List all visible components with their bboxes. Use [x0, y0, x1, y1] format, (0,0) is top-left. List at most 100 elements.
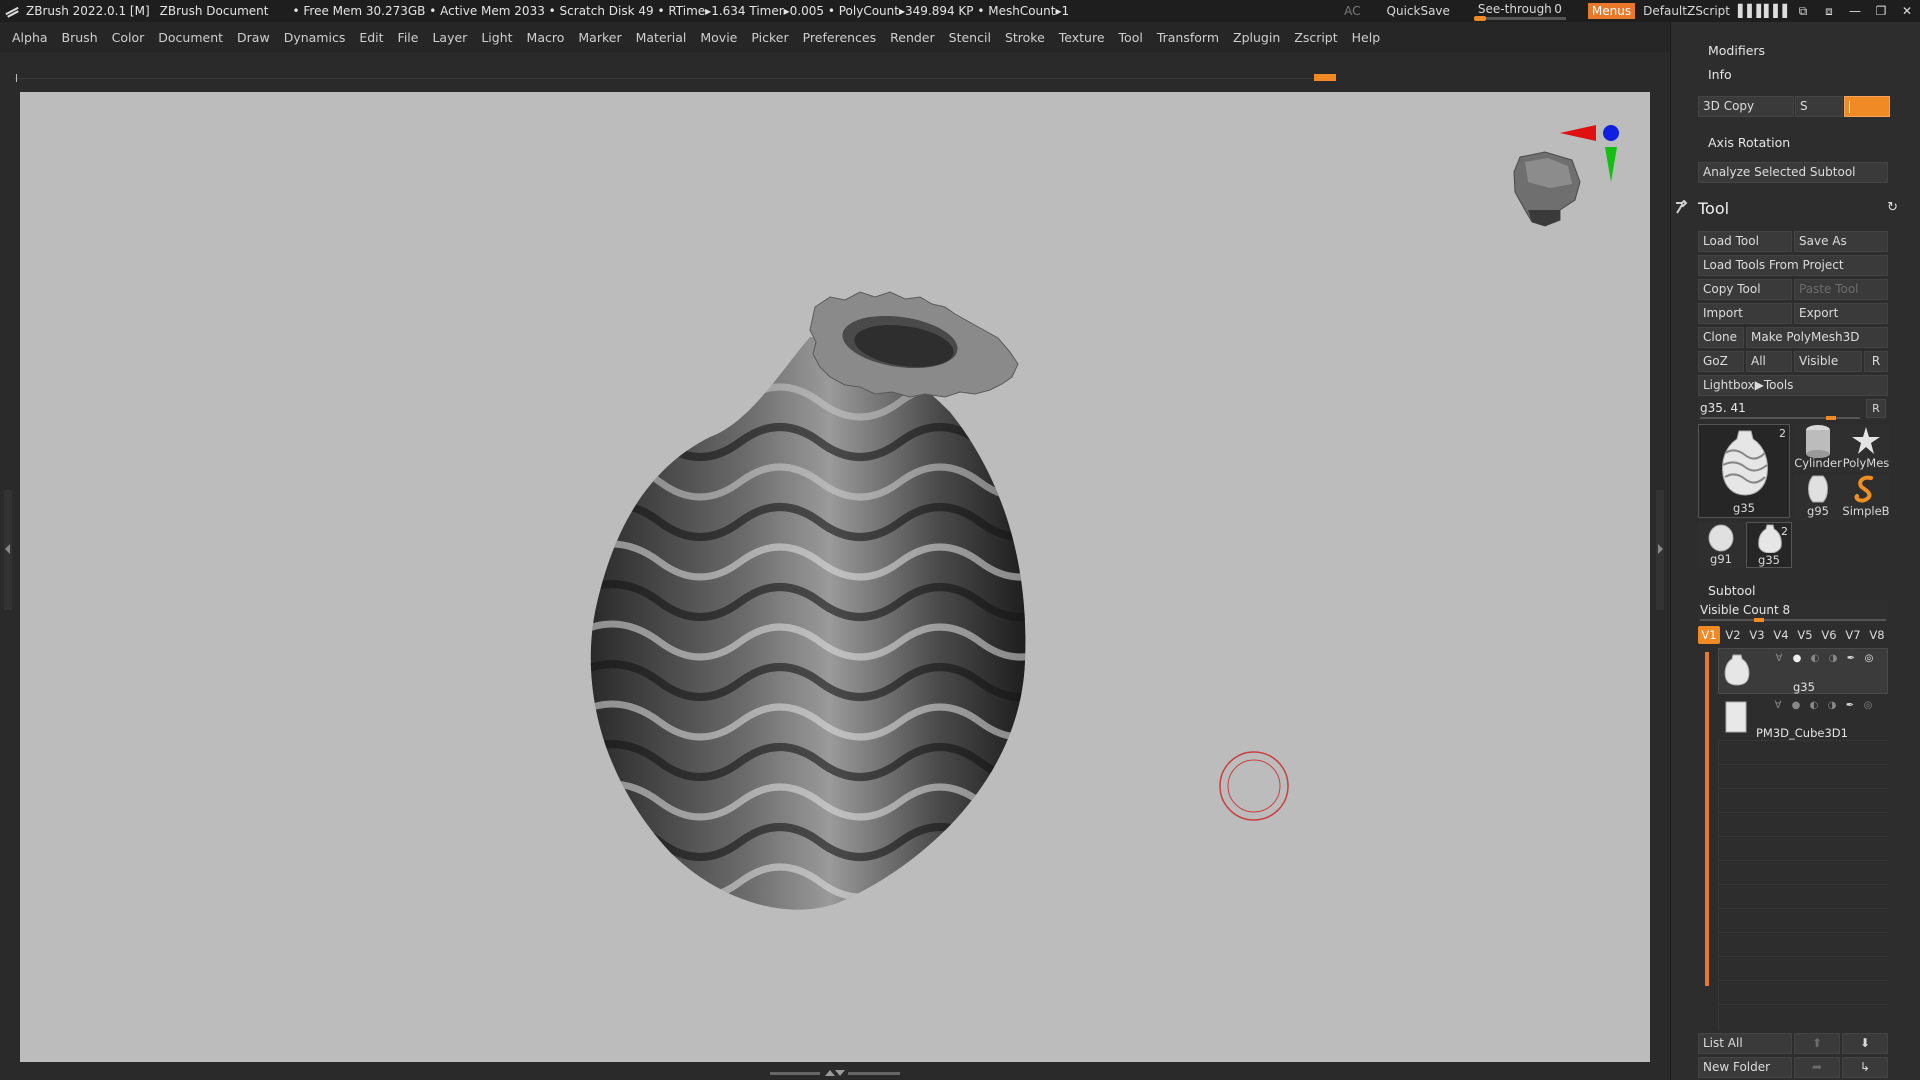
menu-zplugin[interactable]: Zplugin: [1233, 30, 1280, 45]
menu-material[interactable]: Material: [636, 30, 687, 45]
left-tray-toggle[interactable]: [4, 490, 12, 610]
menu-stencil[interactable]: Stencil: [949, 30, 991, 45]
menu-marker[interactable]: Marker: [578, 30, 621, 45]
menu-document[interactable]: Document: [158, 30, 223, 45]
dock-left-icon[interactable]: ▌▌▌: [1738, 4, 1766, 18]
paste-tool-button[interactable]: Paste Tool: [1794, 279, 1888, 300]
arrow-down-right-icon[interactable]: ↳: [1842, 1057, 1888, 1078]
brush-mode-icon[interactable]: ✒: [1843, 653, 1859, 665]
vset-tab-v2[interactable]: V2: [1722, 626, 1744, 644]
goz-all-button[interactable]: All: [1746, 351, 1792, 372]
3d-copy-button[interactable]: 3D Copy: [1698, 96, 1794, 117]
polypaint-icon[interactable]: ◐: [1806, 700, 1822, 712]
menu-file[interactable]: File: [398, 30, 419, 45]
vset-tab-v5[interactable]: V5: [1794, 626, 1816, 644]
goz-button[interactable]: GoZ: [1698, 351, 1744, 372]
vset-tab-v7[interactable]: V7: [1842, 626, 1864, 644]
menu-alpha[interactable]: Alpha: [12, 30, 48, 45]
tool-slider-r-button[interactable]: R: [1866, 399, 1886, 418]
move-up-icon[interactable]: ⬆: [1794, 1033, 1840, 1054]
menu-preferences[interactable]: Preferences: [803, 30, 877, 45]
copy-value-field[interactable]: [1844, 96, 1890, 117]
right-tray-toggle[interactable]: [1656, 490, 1664, 610]
goz-r-button[interactable]: R: [1864, 351, 1888, 372]
visible-count-knob[interactable]: [1754, 618, 1764, 622]
tool-slider[interactable]: g35. 41 R: [1698, 398, 1888, 420]
analyze-selected-subtool-button[interactable]: Analyze Selected Subtool: [1698, 162, 1888, 183]
subtool-scrollbar[interactable]: [1705, 652, 1709, 986]
solo-toggle-icon[interactable]: ●: [1788, 700, 1804, 712]
vset-tab-v3[interactable]: V3: [1746, 626, 1768, 644]
list-all-button[interactable]: List All: [1698, 1033, 1792, 1054]
layout-alt-icon[interactable]: ⧈: [1816, 4, 1842, 19]
polypaint-icon[interactable]: ◐: [1807, 653, 1823, 665]
menu-transform[interactable]: Transform: [1157, 30, 1219, 45]
vset-tab-v4[interactable]: V4: [1770, 626, 1792, 644]
menu-light[interactable]: Light: [481, 30, 512, 45]
save-as-button[interactable]: Save As: [1794, 231, 1888, 252]
move-down-icon[interactable]: ⬇: [1842, 1033, 1888, 1054]
new-folder-button[interactable]: New Folder: [1698, 1057, 1792, 1078]
subtool-row[interactable]: ∀ ● ◐ ◑ ✒ ◎ g35: [1718, 648, 1888, 694]
info-section[interactable]: Info: [1708, 67, 1732, 82]
dock-right-icon[interactable]: ▌▌▌: [1764, 4, 1792, 18]
menu-color[interactable]: Color: [112, 30, 145, 45]
mrgb-icon[interactable]: ◑: [1825, 653, 1841, 665]
eye-icon[interactable]: ◎: [1861, 653, 1877, 665]
move-icon[interactable]: ∀: [1770, 700, 1786, 712]
menu-draw[interactable]: Draw: [237, 30, 270, 45]
tool-thumb-g95[interactable]: g95: [1794, 474, 1842, 520]
export-button[interactable]: Export: [1794, 303, 1888, 324]
menus-toggle-button[interactable]: Menus: [1587, 3, 1636, 19]
tool-thumb-g35-small[interactable]: 2 g35: [1746, 522, 1792, 568]
menu-render[interactable]: Render: [890, 30, 935, 45]
move-icon[interactable]: ∀: [1771, 653, 1787, 665]
menu-texture[interactable]: Texture: [1059, 30, 1105, 45]
visible-count-slider[interactable]: Visible Count 8: [1698, 600, 1888, 622]
menu-brush[interactable]: Brush: [62, 30, 98, 45]
maximize-icon[interactable]: ❐: [1868, 4, 1894, 18]
brush-mode-icon[interactable]: ✒: [1842, 700, 1858, 712]
viewport-canvas[interactable]: [20, 92, 1650, 1062]
menu-movie[interactable]: Movie: [700, 30, 737, 45]
menu-edit[interactable]: Edit: [359, 30, 383, 45]
vset-tab-v6[interactable]: V6: [1818, 626, 1840, 644]
menu-macro[interactable]: Macro: [527, 30, 565, 45]
quicksave-button[interactable]: QuickSave: [1387, 4, 1450, 18]
tool-thumb-g35-main[interactable]: 2 g35: [1698, 424, 1790, 518]
navigation-head-gizmo[interactable]: [1513, 151, 1581, 227]
bottom-tray-handle[interactable]: [770, 1068, 900, 1078]
menu-dynamics[interactable]: Dynamics: [284, 30, 346, 45]
arrow-up-right-icon[interactable]: ➦: [1794, 1057, 1840, 1078]
default-zscript-button[interactable]: DefaultZScript: [1643, 4, 1730, 18]
goz-visible-button[interactable]: Visible: [1794, 351, 1862, 372]
menu-zscript[interactable]: Zscript: [1294, 30, 1337, 45]
vset-tab-v1[interactable]: V1: [1698, 626, 1720, 644]
eye-icon[interactable]: ◎: [1860, 700, 1876, 712]
tool-thumb-polymesh[interactable]: PolyMes: [1842, 424, 1890, 472]
solo-toggle-icon[interactable]: ●: [1789, 653, 1805, 665]
s-button[interactable]: S: [1795, 96, 1843, 117]
copy-tool-button[interactable]: Copy Tool: [1698, 279, 1792, 300]
menu-layer[interactable]: Layer: [432, 30, 467, 45]
minimize-icon[interactable]: —: [1842, 4, 1868, 18]
reset-icon[interactable]: ↻: [1887, 200, 1898, 215]
see-through-knob[interactable]: [1473, 16, 1486, 21]
menu-picker[interactable]: Picker: [751, 30, 788, 45]
layout-icon[interactable]: ⧉: [1790, 4, 1816, 19]
modifiers-section[interactable]: Modifiers: [1708, 43, 1765, 58]
subtool-row[interactable]: ∀ ● ◐ ◑ ✒ ◎ PM3D_Cube3D1: [1718, 696, 1888, 742]
axis-rotation-section[interactable]: Axis Rotation: [1708, 135, 1790, 150]
menu-stroke[interactable]: Stroke: [1005, 30, 1045, 45]
vset-tab-v8[interactable]: V8: [1866, 626, 1888, 644]
tool-thumb-g91[interactable]: g91: [1698, 522, 1744, 568]
clone-button[interactable]: Clone: [1698, 327, 1744, 348]
load-tool-button[interactable]: Load Tool: [1698, 231, 1792, 252]
tool-slider-knob[interactable]: [1826, 416, 1836, 420]
lightbox-tools-button[interactable]: Lightbox▶Tools: [1698, 375, 1888, 396]
import-button[interactable]: Import: [1698, 303, 1792, 324]
ruler-marker[interactable]: [1314, 74, 1336, 81]
load-tools-from-project-button[interactable]: Load Tools From Project: [1698, 255, 1888, 276]
subtool-section-title[interactable]: Subtool: [1708, 583, 1755, 598]
close-icon[interactable]: ✕: [1894, 4, 1920, 18]
